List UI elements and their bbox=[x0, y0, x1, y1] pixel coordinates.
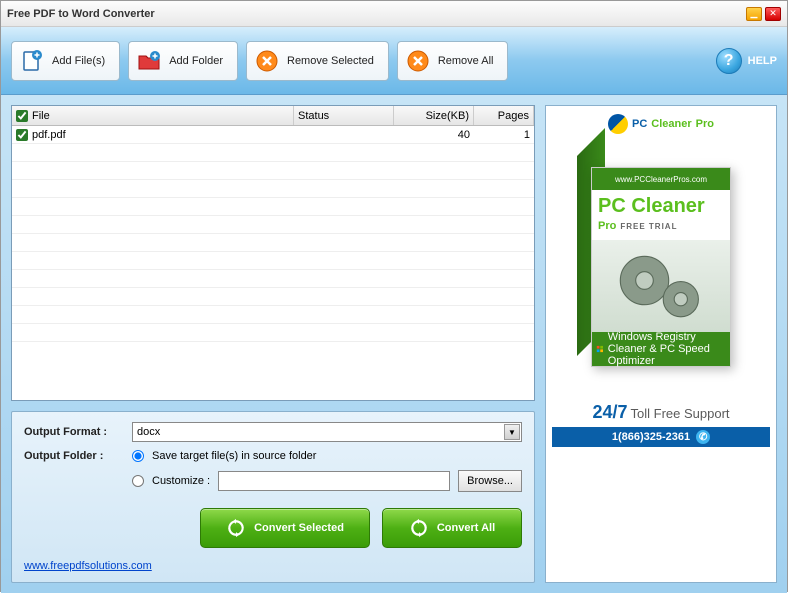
chevron-down-icon: ▼ bbox=[504, 424, 520, 440]
content-area: File Status Size(KB) Pages pdf.pdf 40 1 bbox=[1, 95, 787, 593]
add-files-button[interactable]: Add File(s) bbox=[11, 41, 120, 81]
help-button[interactable]: ? HELP bbox=[716, 48, 777, 74]
output-folder-label: Output Folder : bbox=[24, 450, 124, 462]
table-row[interactable]: pdf.pdf 40 1 bbox=[12, 126, 534, 144]
table-body[interactable]: pdf.pdf 40 1 bbox=[12, 126, 534, 400]
remove-selected-icon bbox=[255, 49, 279, 73]
header-status[interactable]: Status bbox=[294, 106, 394, 125]
ad-brand: PC Cleaner Pro bbox=[608, 114, 714, 134]
convert-all-button[interactable]: Convert All bbox=[382, 508, 522, 548]
header-file[interactable]: File bbox=[12, 106, 294, 125]
row-status bbox=[294, 126, 394, 143]
customize-radio[interactable] bbox=[132, 475, 144, 487]
add-folder-icon bbox=[137, 49, 161, 73]
ad-panel[interactable]: PC Cleaner Pro www.PCCleanerPros.com PC … bbox=[545, 105, 777, 583]
save-source-label: Save target file(s) in source folder bbox=[152, 450, 316, 462]
remove-all-icon bbox=[406, 49, 430, 73]
close-button[interactable]: ✕ bbox=[765, 7, 781, 21]
refresh-icon bbox=[226, 518, 246, 538]
add-file-icon bbox=[20, 49, 44, 73]
header-size[interactable]: Size(KB) bbox=[394, 106, 474, 125]
remove-all-label: Remove All bbox=[438, 55, 494, 67]
phone-icon: ✆ bbox=[696, 430, 710, 444]
select-all-checkbox[interactable] bbox=[16, 110, 28, 122]
help-icon: ? bbox=[716, 48, 742, 74]
convert-selected-label: Convert Selected bbox=[254, 522, 344, 534]
remove-selected-button[interactable]: Remove Selected bbox=[246, 41, 389, 81]
remove-selected-label: Remove Selected bbox=[287, 55, 374, 67]
ad-box-image: www.PCCleanerPros.com PC Cleaner ProFREE… bbox=[571, 142, 751, 392]
row-pages: 1 bbox=[474, 126, 534, 143]
ad-phone: 1(866)325-2361 ✆ bbox=[552, 427, 770, 447]
output-panel: Output Format : docx ▼ Output Folder : S… bbox=[11, 411, 535, 583]
browse-button[interactable]: Browse... bbox=[458, 470, 522, 492]
window-title: Free PDF to Word Converter bbox=[7, 8, 743, 20]
add-files-label: Add File(s) bbox=[52, 55, 105, 67]
customize-label: Customize : bbox=[152, 475, 210, 487]
ad-column: PC Cleaner Pro www.PCCleanerPros.com PC … bbox=[545, 105, 777, 583]
refresh-icon bbox=[409, 518, 429, 538]
convert-all-label: Convert All bbox=[437, 522, 495, 534]
output-format-select[interactable]: docx ▼ bbox=[132, 422, 522, 442]
footer-link[interactable]: www.freepdfsolutions.com bbox=[24, 560, 522, 572]
add-folder-label: Add Folder bbox=[169, 55, 223, 67]
minimize-button[interactable]: ▁ bbox=[746, 7, 762, 21]
row-file-name: pdf.pdf bbox=[32, 129, 66, 141]
table-header: File Status Size(KB) Pages bbox=[12, 106, 534, 126]
save-source-radio[interactable] bbox=[132, 450, 144, 462]
output-format-value: docx bbox=[137, 426, 160, 438]
left-column: File Status Size(KB) Pages pdf.pdf 40 1 bbox=[11, 105, 535, 583]
title-bar: Free PDF to Word Converter ▁ ✕ bbox=[1, 1, 787, 27]
remove-all-button[interactable]: Remove All bbox=[397, 41, 509, 81]
help-label: HELP bbox=[748, 55, 777, 67]
output-format-label: Output Format : bbox=[24, 426, 124, 438]
customize-path-input[interactable] bbox=[218, 471, 450, 491]
row-size: 40 bbox=[394, 126, 474, 143]
add-folder-button[interactable]: Add Folder bbox=[128, 41, 238, 81]
main-toolbar: Add File(s) Add Folder Remove Selected R… bbox=[1, 27, 787, 95]
row-checkbox[interactable] bbox=[16, 129, 28, 141]
ad-support: 24/7 Toll Free Support 1(866)325-2361 ✆ bbox=[552, 402, 770, 447]
flag-icon bbox=[608, 114, 628, 134]
convert-selected-button[interactable]: Convert Selected bbox=[200, 508, 370, 548]
gears-icon bbox=[592, 240, 730, 332]
file-list-table: File Status Size(KB) Pages pdf.pdf 40 1 bbox=[11, 105, 535, 401]
header-pages[interactable]: Pages bbox=[474, 106, 534, 125]
header-file-label: File bbox=[32, 110, 50, 122]
